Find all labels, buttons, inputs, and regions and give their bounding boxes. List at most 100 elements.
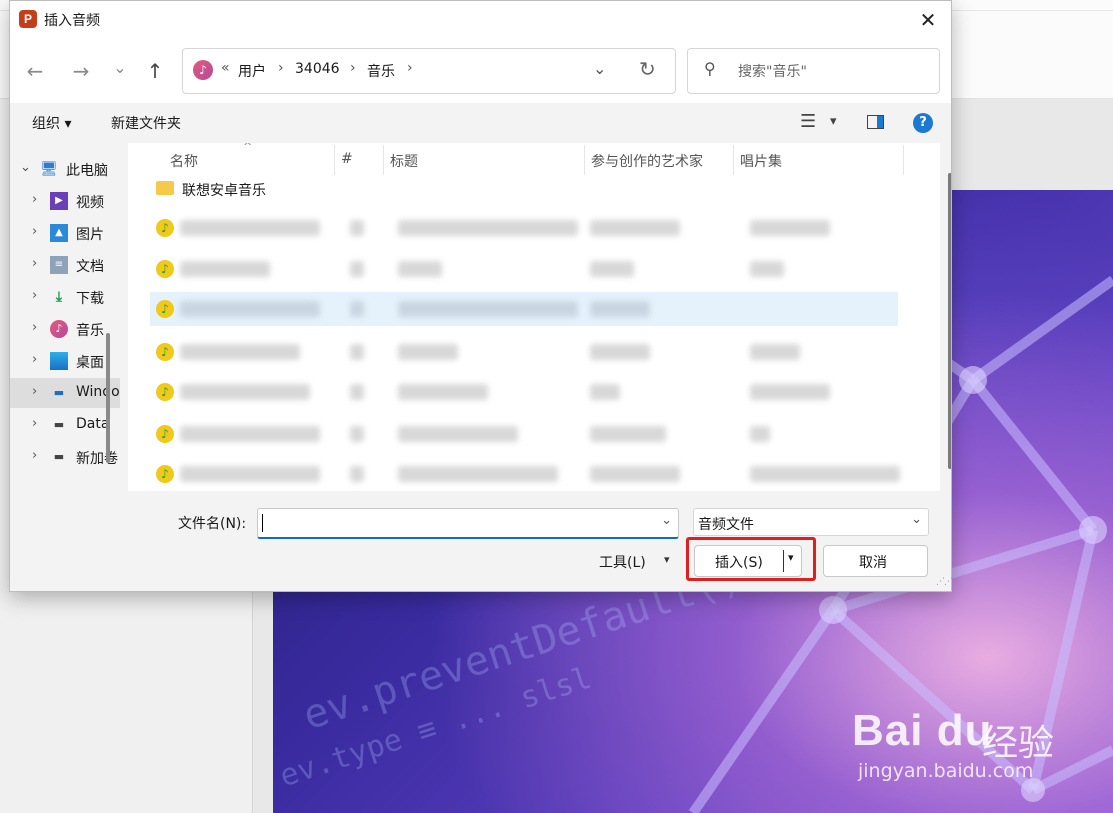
nav-item-label: Data xyxy=(76,416,110,432)
nav-item-windows-drive[interactable]: › ▬ Windows xyxy=(10,378,120,408)
tools-button[interactable]: 工具(L) xyxy=(599,552,646,572)
column-divider xyxy=(383,145,384,175)
folder-row[interactable]: 联想安卓音乐 xyxy=(150,173,898,207)
music-icon: ♪ xyxy=(50,320,68,338)
column-divider xyxy=(733,145,734,175)
audio-file-row[interactable]: ♪ xyxy=(150,375,898,409)
qq-music-icon: ♪ xyxy=(156,300,174,318)
nav-item-desktop[interactable]: › 桌面 xyxy=(10,346,120,376)
chevron-down-icon[interactable]: ⌄ xyxy=(661,513,672,528)
file-list-scrollbar[interactable] xyxy=(948,173,951,469)
document-icon: ≡ xyxy=(50,256,68,274)
column-track-number[interactable]: # xyxy=(341,151,353,167)
nav-item-downloads[interactable]: › ⤓ 下载 xyxy=(10,282,120,312)
view-options-chevron-icon[interactable]: ▾ xyxy=(830,114,837,129)
command-bar: 组织 ▾ 新建文件夹 ☰ ▾ ? xyxy=(10,103,951,143)
breadcrumb-separator[interactable]: › xyxy=(407,60,413,76)
back-button[interactable]: ← xyxy=(20,56,50,86)
breadcrumb-user-folder[interactable]: 34046 xyxy=(295,61,340,77)
tools-dropdown-icon[interactable]: ▾ xyxy=(664,553,670,566)
baidu-watermark: Bai du 经验 jingyan.baidu.com xyxy=(852,706,1055,782)
file-type-select[interactable]: 音频文件 ⌄ xyxy=(693,508,929,536)
drive-icon: ▬ xyxy=(53,450,65,463)
audio-file-row[interactable]: ♪ xyxy=(150,417,898,451)
audio-file-row-selected[interactable]: ♪ xyxy=(150,292,898,326)
nav-item-label: 音乐 xyxy=(76,323,104,339)
folder-icon xyxy=(156,181,174,195)
column-album[interactable]: 唱片集 xyxy=(740,151,782,171)
drive-icon: ▬ xyxy=(53,418,65,431)
nav-item-label: 桌面 xyxy=(76,355,104,371)
organize-button[interactable]: 组织 ▾ xyxy=(32,113,71,133)
filename-input[interactable]: ⌄ xyxy=(257,508,679,539)
chevron-right-icon[interactable]: › xyxy=(32,320,37,335)
search-icon: ⚲ xyxy=(704,59,716,78)
insert-options-icon[interactable]: ▾ xyxy=(788,551,794,564)
chevron-right-icon[interactable]: › xyxy=(32,192,37,207)
qq-music-icon: ♪ xyxy=(156,219,174,237)
file-type-value: 音频文件 xyxy=(698,517,754,533)
preview-pane-icon[interactable] xyxy=(867,115,884,129)
column-title[interactable]: 标题 xyxy=(390,151,418,171)
forward-button[interactable]: → xyxy=(66,56,96,86)
nav-item-new-volume[interactable]: › ▬ 新加卷 xyxy=(10,442,120,472)
file-list-pane: ^ 名称 # 标题 参与创作的艺术家 唱片集 联想安卓音乐 ♪ ♪ ♪ ♪ ♪ … xyxy=(120,143,951,491)
up-button[interactable]: ↑ xyxy=(140,56,170,86)
audio-file-row[interactable]: ♪ xyxy=(150,211,898,245)
view-icon[interactable]: ☰ xyxy=(800,111,816,132)
chevron-down-icon[interactable]: ⌄ xyxy=(593,59,606,78)
audio-file-row[interactable]: ♪ xyxy=(150,457,900,491)
nav-item-label: 新加卷 xyxy=(76,451,118,467)
insert-button[interactable]: 插入(S) ▾ xyxy=(694,545,802,577)
cancel-button[interactable]: 取消 xyxy=(823,545,928,577)
column-contributing-artists[interactable]: 参与创作的艺术家 xyxy=(591,151,703,171)
download-icon: ⤓ xyxy=(55,289,63,305)
address-overflow[interactable]: « xyxy=(221,60,230,76)
column-divider xyxy=(334,145,335,175)
chevron-down-icon[interactable]: ⌄ xyxy=(20,160,31,175)
nav-item-label: 视频 xyxy=(76,195,104,211)
computer-icon: 🖥 xyxy=(40,161,58,177)
help-icon[interactable]: ? xyxy=(913,113,933,133)
chevron-right-icon[interactable]: › xyxy=(32,384,37,399)
breadcrumb-music[interactable]: 音乐 xyxy=(367,61,395,81)
qq-music-icon: ♪ xyxy=(156,260,174,278)
powerpoint-icon: P xyxy=(19,10,37,28)
nav-item-this-pc[interactable]: ⌄ 🖥 此电脑 xyxy=(10,154,120,184)
refresh-icon[interactable]: ↻ xyxy=(639,57,656,81)
address-bar[interactable]: ♪ « 用户 › 34046 › 音乐 › ⌄ ↻ xyxy=(182,48,676,94)
chevron-right-icon[interactable]: › xyxy=(32,224,37,239)
nav-item-documents[interactable]: › ≡ 文档 xyxy=(10,250,120,280)
chevron-right-icon[interactable]: › xyxy=(32,288,37,303)
chevron-right-icon[interactable]: › xyxy=(32,256,37,271)
desktop-icon xyxy=(50,352,68,370)
nav-item-pictures[interactable]: › ▲ 图片 xyxy=(10,218,120,248)
nav-item-data-drive[interactable]: › ▬ Data xyxy=(10,410,120,440)
nav-item-music[interactable]: › ♪ 音乐 xyxy=(10,314,120,344)
nav-pane-scrollbar[interactable] xyxy=(106,333,110,463)
breadcrumb-separator[interactable]: › xyxy=(278,60,284,76)
music-icon: ♪ xyxy=(193,60,213,80)
navigation-bar: ← → ⌄ ↑ ♪ « 用户 › 34046 › 音乐 › ⌄ ↻ ⚲ 搜索"音… xyxy=(10,39,951,103)
search-box[interactable]: ⚲ 搜索"音乐" xyxy=(687,48,940,94)
chevron-down-icon: ⌄ xyxy=(911,512,922,527)
audio-file-row[interactable]: ♪ xyxy=(150,252,898,286)
drive-icon: ▬ xyxy=(53,386,65,399)
new-folder-button[interactable]: 新建文件夹 xyxy=(111,113,181,133)
nav-item-videos[interactable]: › ▶ 视频 xyxy=(10,186,120,216)
recent-locations-button[interactable]: ⌄ xyxy=(105,53,135,83)
nav-item-label: 此电脑 xyxy=(66,163,108,179)
column-name[interactable]: 名称 xyxy=(170,151,198,171)
breadcrumb-separator[interactable]: › xyxy=(350,60,356,76)
nav-item-label: Windows xyxy=(76,384,120,400)
chevron-right-icon[interactable]: › xyxy=(32,416,37,431)
chevron-right-icon[interactable]: › xyxy=(32,448,37,463)
breadcrumb-users[interactable]: 用户 xyxy=(238,61,266,81)
chevron-right-icon[interactable]: › xyxy=(32,352,37,367)
audio-file-row[interactable]: ♪ xyxy=(150,335,898,369)
dialog-title: 插入音频 xyxy=(44,13,100,29)
resize-grip-icon[interactable]: ⋰⋰ xyxy=(936,577,953,587)
qq-music-icon: ♪ xyxy=(156,465,174,483)
qq-music-icon: ♪ xyxy=(156,425,174,443)
close-button[interactable]: ✕ xyxy=(905,1,951,39)
